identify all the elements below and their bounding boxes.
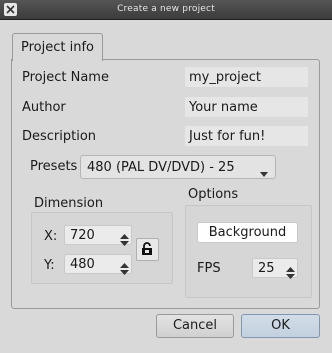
tab-project-info[interactable]: Project info <box>12 33 103 61</box>
options-group <box>185 205 312 298</box>
author-label: Author <box>22 100 66 115</box>
arrow-down-icon[interactable] <box>120 264 129 275</box>
dimension-title: Dimension <box>34 196 104 211</box>
dialog-window: Create a new project Project info Projec… <box>0 0 332 353</box>
arrow-up-icon[interactable] <box>120 257 129 268</box>
arrow-up-icon[interactable] <box>120 228 129 239</box>
fps-spinbox[interactable]: 25 <box>252 258 298 279</box>
description-label: Description <box>22 129 97 144</box>
author-field[interactable]: Your name <box>185 97 308 117</box>
y-value: 480 <box>70 257 95 272</box>
cancel-button[interactable]: Cancel <box>156 314 234 338</box>
project-name-label: Project Name <box>22 70 109 85</box>
window-title: Create a new project <box>117 4 215 14</box>
description-field[interactable]: Just for fun! <box>185 126 308 146</box>
presets-value: 480 (PAL DV/DVD) - 25 <box>87 160 235 175</box>
title-bar: Create a new project <box>0 0 332 20</box>
project-name-field[interactable]: my_project <box>185 67 308 87</box>
fps-label: FPS <box>197 261 221 276</box>
presets-dropdown[interactable]: 480 (PAL DV/DVD) - 25 <box>80 155 276 179</box>
arrow-down-icon[interactable] <box>286 268 295 279</box>
aspect-lock-button[interactable] <box>136 238 159 261</box>
presets-label: Presets <box>30 159 78 174</box>
x-value: 720 <box>70 228 95 243</box>
y-label: Y: <box>44 258 55 273</box>
arrow-down-icon[interactable] <box>120 235 129 246</box>
ok-button[interactable]: OK <box>241 314 320 338</box>
arrow-up-icon[interactable] <box>286 261 295 272</box>
background-color-button[interactable]: Background <box>197 222 298 243</box>
x-label: X: <box>44 229 58 244</box>
options-title: Options <box>188 187 239 202</box>
y-spinbox[interactable]: 480 <box>64 254 132 275</box>
fps-value: 25 <box>258 261 275 276</box>
tab-label: Project info <box>21 40 94 55</box>
x-spinbox[interactable]: 720 <box>64 225 132 246</box>
chevron-down-icon <box>260 165 268 180</box>
